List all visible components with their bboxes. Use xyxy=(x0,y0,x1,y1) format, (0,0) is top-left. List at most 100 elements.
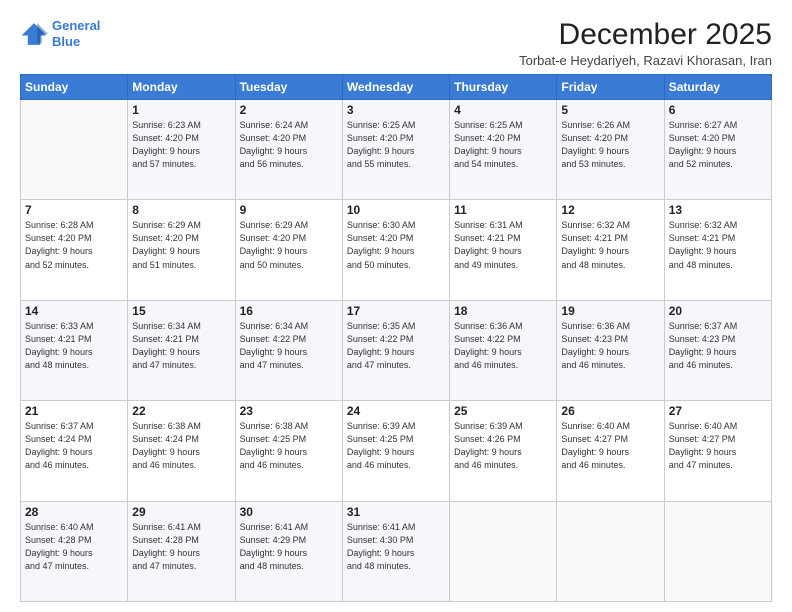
day-info: Sunrise: 6:24 AMSunset: 4:20 PMDaylight:… xyxy=(240,119,338,171)
calendar-cell: 18 Sunrise: 6:36 AMSunset: 4:22 PMDayligh… xyxy=(450,300,557,400)
day-number: 4 xyxy=(454,103,552,117)
day-number: 8 xyxy=(132,203,230,217)
calendar-cell: 6 Sunrise: 6:27 AMSunset: 4:20 PMDaylight… xyxy=(664,100,771,200)
day-info: Sunrise: 6:23 AMSunset: 4:20 PMDaylight:… xyxy=(132,119,230,171)
day-info: Sunrise: 6:28 AMSunset: 4:20 PMDaylight:… xyxy=(25,219,123,271)
day-info: Sunrise: 6:37 AMSunset: 4:24 PMDaylight:… xyxy=(25,420,123,472)
day-number: 27 xyxy=(669,404,767,418)
calendar-week-1: 1 Sunrise: 6:23 AMSunset: 4:20 PMDaylight… xyxy=(21,100,772,200)
day-info: Sunrise: 6:36 AMSunset: 4:23 PMDaylight:… xyxy=(561,320,659,372)
calendar-table: SundayMondayTuesdayWednesdayThursdayFrid… xyxy=(20,74,772,602)
calendar-week-2: 7 Sunrise: 6:28 AMSunset: 4:20 PMDaylight… xyxy=(21,200,772,300)
calendar-cell: 26Sunrise: 6:40 AMSunset: 4:27 PMDayligh… xyxy=(557,401,664,501)
calendar-cell: 5Sunrise: 6:26 AMSunset: 4:20 PMDaylight… xyxy=(557,100,664,200)
day-info: Sunrise: 6:31 AMSunset: 4:21 PMDaylight:… xyxy=(454,219,552,271)
calendar-cell xyxy=(664,501,771,601)
calendar-cell: 11 Sunrise: 6:31 AMSunset: 4:21 PMDayligh… xyxy=(450,200,557,300)
day-number: 9 xyxy=(240,203,338,217)
calendar-cell: 21 Sunrise: 6:37 AMSunset: 4:24 PMDayligh… xyxy=(21,401,128,501)
title-block: December 2025 Torbat-e Heydariyeh, Razav… xyxy=(519,18,772,68)
day-number: 17 xyxy=(347,304,445,318)
logo-line1: General xyxy=(52,18,100,33)
calendar-cell: 31 Sunrise: 6:41 AMSunset: 4:30 PMDayligh… xyxy=(342,501,449,601)
day-info: Sunrise: 6:41 AMSunset: 4:29 PMDaylight:… xyxy=(240,521,338,573)
calendar-cell: 30Sunrise: 6:41 AMSunset: 4:29 PMDayligh… xyxy=(235,501,342,601)
day-info: Sunrise: 6:34 AMSunset: 4:22 PMDaylight:… xyxy=(240,320,338,372)
day-info: Sunrise: 6:25 AMSunset: 4:20 PMDaylight:… xyxy=(454,119,552,171)
day-info: Sunrise: 6:40 AMSunset: 4:27 PMDaylight:… xyxy=(669,420,767,472)
day-number: 31 xyxy=(347,505,445,519)
day-info: Sunrise: 6:36 AMSunset: 4:22 PMDaylight:… xyxy=(454,320,552,372)
day-info: Sunrise: 6:27 AMSunset: 4:20 PMDaylight:… xyxy=(669,119,767,171)
calendar-cell xyxy=(21,100,128,200)
day-number: 7 xyxy=(25,203,123,217)
calendar-cell: 14Sunrise: 6:33 AMSunset: 4:21 PMDayligh… xyxy=(21,300,128,400)
day-info: Sunrise: 6:37 AMSunset: 4:23 PMDaylight:… xyxy=(669,320,767,372)
day-number: 24 xyxy=(347,404,445,418)
calendar-week-5: 28Sunrise: 6:40 AMSunset: 4:28 PMDayligh… xyxy=(21,501,772,601)
day-info: Sunrise: 6:32 AMSunset: 4:21 PMDaylight:… xyxy=(669,219,767,271)
calendar-cell: 25Sunrise: 6:39 AMSunset: 4:26 PMDayligh… xyxy=(450,401,557,501)
day-info: Sunrise: 6:26 AMSunset: 4:20 PMDaylight:… xyxy=(561,119,659,171)
calendar-cell: 22 Sunrise: 6:38 AMSunset: 4:24 PMDayligh… xyxy=(128,401,235,501)
logo-text: General Blue xyxy=(52,18,100,49)
day-info: Sunrise: 6:38 AMSunset: 4:24 PMDaylight:… xyxy=(132,420,230,472)
calendar-cell: 19 Sunrise: 6:36 AMSunset: 4:23 PMDayligh… xyxy=(557,300,664,400)
day-info: Sunrise: 6:39 AMSunset: 4:25 PMDaylight:… xyxy=(347,420,445,472)
day-number: 19 xyxy=(561,304,659,318)
day-info: Sunrise: 6:29 AMSunset: 4:20 PMDaylight:… xyxy=(132,219,230,271)
day-number: 20 xyxy=(669,304,767,318)
day-number: 11 xyxy=(454,203,552,217)
col-header-tuesday: Tuesday xyxy=(235,75,342,100)
day-info: Sunrise: 6:39 AMSunset: 4:26 PMDaylight:… xyxy=(454,420,552,472)
day-number: 2 xyxy=(240,103,338,117)
month-title: December 2025 xyxy=(519,18,772,51)
calendar-cell: 28Sunrise: 6:40 AMSunset: 4:28 PMDayligh… xyxy=(21,501,128,601)
calendar-cell: 15Sunrise: 6:34 AMSunset: 4:21 PMDayligh… xyxy=(128,300,235,400)
day-info: Sunrise: 6:41 AMSunset: 4:30 PMDaylight:… xyxy=(347,521,445,573)
calendar-cell: 29 Sunrise: 6:41 AMSunset: 4:28 PMDayligh… xyxy=(128,501,235,601)
col-header-thursday: Thursday xyxy=(450,75,557,100)
day-number: 15 xyxy=(132,304,230,318)
logo-icon xyxy=(20,20,48,48)
calendar-cell: 2 Sunrise: 6:24 AMSunset: 4:20 PMDaylight… xyxy=(235,100,342,200)
col-header-saturday: Saturday xyxy=(664,75,771,100)
calendar-cell: 17Sunrise: 6:35 AMSunset: 4:22 PMDayligh… xyxy=(342,300,449,400)
day-number: 26 xyxy=(561,404,659,418)
calendar-cell: 9 Sunrise: 6:29 AMSunset: 4:20 PMDaylight… xyxy=(235,200,342,300)
calendar-cell xyxy=(450,501,557,601)
calendar-cell: 20 Sunrise: 6:37 AMSunset: 4:23 PMDayligh… xyxy=(664,300,771,400)
calendar-cell: 10Sunrise: 6:30 AMSunset: 4:20 PMDayligh… xyxy=(342,200,449,300)
calendar-cell: 8 Sunrise: 6:29 AMSunset: 4:20 PMDaylight… xyxy=(128,200,235,300)
calendar-cell xyxy=(557,501,664,601)
calendar-cell: 3Sunrise: 6:25 AMSunset: 4:20 PMDaylight… xyxy=(342,100,449,200)
day-info: Sunrise: 6:41 AMSunset: 4:28 PMDaylight:… xyxy=(132,521,230,573)
calendar-week-3: 14Sunrise: 6:33 AMSunset: 4:21 PMDayligh… xyxy=(21,300,772,400)
day-number: 14 xyxy=(25,304,123,318)
day-number: 22 xyxy=(132,404,230,418)
day-number: 29 xyxy=(132,505,230,519)
calendar-cell: 23Sunrise: 6:38 AMSunset: 4:25 PMDayligh… xyxy=(235,401,342,501)
calendar-cell: 1 Sunrise: 6:23 AMSunset: 4:20 PMDaylight… xyxy=(128,100,235,200)
calendar-cell: 7 Sunrise: 6:28 AMSunset: 4:20 PMDaylight… xyxy=(21,200,128,300)
header: General Blue December 2025 Torbat-e Heyd… xyxy=(20,18,772,68)
calendar-cell: 16 Sunrise: 6:34 AMSunset: 4:22 PMDayligh… xyxy=(235,300,342,400)
day-number: 16 xyxy=(240,304,338,318)
calendar-week-4: 21 Sunrise: 6:37 AMSunset: 4:24 PMDayligh… xyxy=(21,401,772,501)
day-number: 28 xyxy=(25,505,123,519)
day-number: 21 xyxy=(25,404,123,418)
col-header-friday: Friday xyxy=(557,75,664,100)
calendar-cell: 13Sunrise: 6:32 AMSunset: 4:21 PMDayligh… xyxy=(664,200,771,300)
day-number: 1 xyxy=(132,103,230,117)
calendar-cell: 24 Sunrise: 6:39 AMSunset: 4:25 PMDayligh… xyxy=(342,401,449,501)
location-title: Torbat-e Heydariyeh, Razavi Khorasan, Ir… xyxy=(519,53,772,68)
day-number: 6 xyxy=(669,103,767,117)
day-number: 18 xyxy=(454,304,552,318)
col-header-sunday: Sunday xyxy=(21,75,128,100)
calendar-cell: 4 Sunrise: 6:25 AMSunset: 4:20 PMDaylight… xyxy=(450,100,557,200)
col-header-wednesday: Wednesday xyxy=(342,75,449,100)
day-info: Sunrise: 6:29 AMSunset: 4:20 PMDaylight:… xyxy=(240,219,338,271)
logo-line2: Blue xyxy=(52,34,80,49)
day-info: Sunrise: 6:30 AMSunset: 4:20 PMDaylight:… xyxy=(347,219,445,271)
day-info: Sunrise: 6:32 AMSunset: 4:21 PMDaylight:… xyxy=(561,219,659,271)
